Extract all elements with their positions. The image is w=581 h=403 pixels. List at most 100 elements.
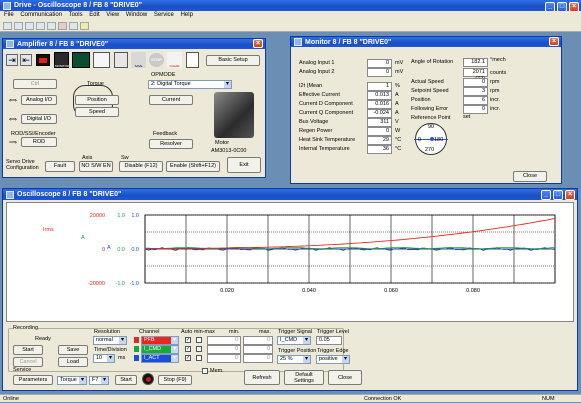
resolver-button[interactable]: Resolver — [149, 139, 193, 149]
parameters-button[interactable]: Parameters — [13, 375, 53, 385]
cancel-record-button[interactable]: Cancel — [13, 357, 43, 367]
save-record-button[interactable]: Save — [58, 345, 88, 355]
monitor-right-value: 0 — [463, 78, 488, 87]
drive-icon[interactable] — [36, 54, 50, 66]
monitor-row-unit: °C — [395, 146, 402, 152]
channel-select[interactable]: I_ACT — [141, 354, 179, 363]
monitor-right-label: Setpoint Speed — [411, 88, 449, 94]
position-button[interactable]: Position — [75, 95, 119, 105]
stop-f9-button[interactable]: Stop (F9) — [158, 375, 192, 385]
save-icon[interactable] — [25, 21, 34, 30]
auto-minmax-checkbox[interactable]: ✓ — [185, 346, 191, 352]
print-icon[interactable] — [36, 21, 45, 30]
clear-button[interactable]: CLEAR — [167, 52, 182, 68]
channel-lock-checkbox[interactable] — [196, 337, 202, 343]
auto-minmax-checkbox[interactable]: ✓ — [185, 337, 191, 343]
service-mode-select[interactable]: Torque — [57, 376, 87, 385]
monitor-row-value: 0.016 — [367, 100, 392, 109]
monitor-row-label: Current Q Component — [299, 110, 354, 116]
monitor-close-button[interactable]: Close — [513, 171, 547, 182]
trigger-edge-select[interactable]: positive — [316, 355, 350, 364]
x-tick-label: 0.040 — [302, 288, 316, 294]
menu-tools[interactable]: Tools — [69, 12, 83, 18]
tool-icon[interactable] — [186, 52, 199, 68]
speed-button[interactable]: Speed — [75, 107, 119, 117]
disconnect-icon[interactable]: ⇤ — [20, 54, 32, 66]
stop-icon[interactable] — [142, 373, 154, 385]
trigger-signal-label: Trigger Signal — [278, 329, 313, 335]
opmode-select[interactable]: 2: Digital Torque — [148, 80, 232, 89]
time-div-unit: ms — [118, 355, 126, 361]
stop-button[interactable]: STOP — [149, 53, 164, 67]
upload-icon[interactable] — [58, 21, 67, 30]
dial-180-label: 180 — [434, 137, 444, 143]
service-key-select[interactable]: F7 — [89, 376, 109, 385]
analog-io-button[interactable]: Analog I/O — [21, 95, 57, 105]
save-button[interactable]: SAVE — [131, 52, 146, 68]
scope-close-button[interactable]: Close — [328, 370, 362, 385]
enable-button[interactable]: Enable (Shift+F12) — [166, 161, 220, 172]
scope-close-icon[interactable]: × — [565, 190, 575, 200]
download-icon[interactable] — [47, 21, 56, 30]
bode-icon[interactable] — [93, 52, 110, 68]
menu-edit[interactable]: Edit — [89, 12, 99, 18]
start-record-button[interactable]: Start — [13, 345, 43, 355]
menu-service[interactable]: Service — [154, 12, 174, 18]
monitor-row-unit: °C — [395, 137, 402, 143]
menu-view[interactable]: View — [106, 12, 119, 18]
channel-lock-checkbox[interactable] — [196, 346, 202, 352]
monitor-row-unit: V — [395, 119, 399, 125]
amplifier-close-icon[interactable]: × — [253, 39, 263, 48]
fault-button[interactable]: Fault — [45, 161, 75, 172]
channel-select[interactable]: PFB — [141, 336, 179, 345]
channel-swatch — [134, 346, 139, 352]
new-icon[interactable] — [3, 21, 12, 30]
channel-lock-checkbox[interactable] — [196, 355, 202, 361]
time-div-select[interactable]: 10 — [93, 354, 115, 363]
main-toolbar — [0, 20, 581, 32]
unit-blue-label: A — [107, 245, 111, 251]
mem-checkbox[interactable] — [202, 368, 208, 374]
compare-icon[interactable] — [69, 21, 78, 30]
monitor-close-icon[interactable]: × — [549, 37, 559, 46]
open-icon[interactable] — [14, 21, 23, 30]
disable-button[interactable]: Disable (F12) — [119, 161, 163, 172]
menu-communication[interactable]: Communication — [20, 12, 62, 18]
monitor-row-label: Effective Current — [299, 92, 340, 98]
resolution-select[interactable]: normal — [93, 336, 127, 345]
load-record-button[interactable]: Load — [58, 357, 88, 367]
refresh-button[interactable]: Refresh — [244, 370, 280, 385]
scope-maximize-icon[interactable]: □ — [553, 190, 563, 200]
menu-bar: File Communication Tools Edit View Windo… — [0, 11, 581, 20]
digital-io-button[interactable]: Digital I/O — [21, 114, 57, 124]
rod-button[interactable]: ROD — [21, 137, 57, 147]
channel-min-value: 0 — [207, 345, 241, 354]
monitor-button[interactable]: MONITOR — [54, 52, 69, 68]
service-start-button[interactable]: Start — [115, 375, 137, 385]
connect-icon[interactable]: ⇥ — [6, 54, 18, 66]
menu-help[interactable]: Help — [181, 12, 193, 18]
monitor-right-label: Actual Speed — [411, 79, 444, 85]
amp-exit-button[interactable]: Exit — [227, 157, 261, 173]
parameter-icon[interactable] — [114, 52, 128, 68]
channel-label: Channel — [139, 329, 160, 335]
current-button[interactable]: Current — [149, 95, 193, 105]
scope-minimize-icon[interactable]: _ — [541, 190, 551, 200]
basic-setup-button[interactable]: Basic Setup — [206, 55, 260, 66]
menu-window[interactable]: Window — [126, 12, 147, 18]
monitor-row-label: Analog Input 2 — [299, 69, 335, 75]
trigger-level-value[interactable]: 0.05 — [316, 336, 342, 345]
oscilloscope-icon[interactable] — [72, 52, 90, 68]
menu-file[interactable]: File — [4, 12, 14, 18]
monitor-row-value: 311 — [367, 118, 392, 127]
help-icon[interactable] — [80, 21, 89, 30]
channel-select[interactable]: I_CMD — [141, 345, 179, 354]
trigger-signal-select[interactable]: I_CMD — [277, 336, 311, 345]
y-tick-label: -1.0 — [130, 281, 139, 287]
monitor-right-unit: rpm — [490, 79, 500, 85]
monitor-right-label: Position — [411, 97, 431, 103]
default-settings-button[interactable]: Default Settings — [284, 370, 324, 385]
trigger-position-select[interactable]: 25 % — [277, 355, 311, 364]
monitor-row-unit: mV — [395, 69, 404, 75]
auto-minmax-checkbox[interactable]: ✓ — [185, 355, 191, 361]
